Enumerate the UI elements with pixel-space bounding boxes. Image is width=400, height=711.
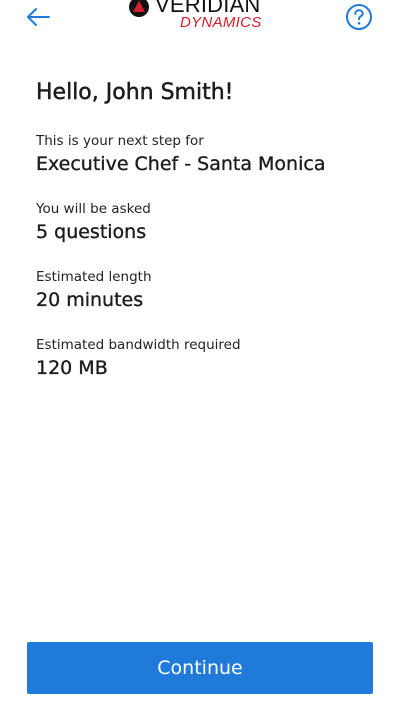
info-value: 120 MB	[36, 357, 108, 379]
info-label: Estimated bandwidth required	[36, 337, 241, 353]
info-value: Executive Chef - Santa Monica	[36, 153, 326, 175]
question-count-info: You will be asked 5 questions	[36, 200, 376, 246]
next-step-info: This is your next step for Executive Che…	[36, 132, 376, 178]
triangle-in-circle-icon	[129, 0, 149, 17]
arrow-left-icon	[27, 8, 50, 26]
continue-button[interactable]: Continue	[27, 642, 373, 694]
company-logo: VERIDIAN DYNAMICS	[128, 0, 278, 36]
info-label: You will be asked	[36, 201, 151, 217]
info-value: 20 minutes	[36, 289, 144, 311]
back-button[interactable]	[22, 2, 54, 32]
logo-wordmark-secondary: DYNAMICS	[180, 14, 262, 31]
app-header: VERIDIAN DYNAMICS	[0, 0, 400, 40]
greeting-heading: Hello, John Smith!	[36, 80, 234, 106]
info-label: This is your next step for	[36, 133, 204, 149]
info-label: Estimated length	[36, 269, 152, 285]
bandwidth-info: Estimated bandwidth required 120 MB	[36, 336, 376, 382]
question-circle-icon	[346, 4, 372, 30]
help-button[interactable]	[344, 2, 374, 32]
length-info: Estimated length 20 minutes	[36, 268, 376, 314]
info-value: 5 questions	[36, 221, 147, 243]
intro-content: Hello, John Smith! This is your next ste…	[36, 78, 376, 404]
interview-intro-screen: VERIDIAN DYNAMICS Hello, John Smith! Thi…	[0, 0, 400, 711]
